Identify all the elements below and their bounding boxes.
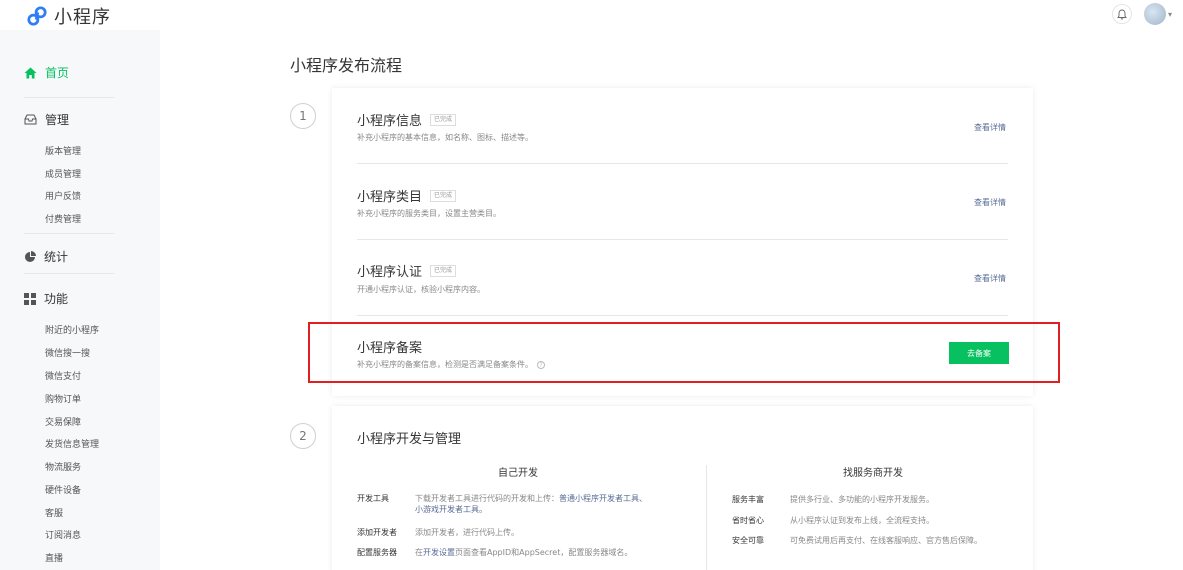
section-title: 小程序开发与管理 xyxy=(357,432,462,447)
sidebar-item-wechat-pay[interactable]: 微信支付 xyxy=(45,369,81,382)
row-desc: 补充小程序的基本信息，如名称、图标、描述等。 xyxy=(357,133,533,142)
sidebar-item-live[interactable]: 直播 xyxy=(45,551,63,564)
step-number: 1 xyxy=(290,103,316,129)
inbox-icon xyxy=(24,114,37,125)
kv-key: 开发工具 xyxy=(357,494,389,503)
help-icon[interactable]: ? xyxy=(537,360,545,369)
sidebar-item-members[interactable]: 成员管理 xyxy=(45,167,81,180)
app-logo[interactable]: 小程序 xyxy=(26,3,111,29)
sidebar-item-trade-guarantee[interactable]: 交易保障 xyxy=(45,415,81,428)
top-bar: 小程序 ▾ xyxy=(0,0,1183,30)
view-details-link[interactable]: 查看详情 xyxy=(974,122,1006,133)
kv-value: 下载开发者工具进行代码的开发和上传：普通小程序开发者工具、 小游戏开发者工具。 xyxy=(415,493,695,515)
app-title: 小程序 xyxy=(54,7,111,28)
sidebar-divider xyxy=(24,233,114,234)
dev-settings-link[interactable]: 开发设置 xyxy=(423,548,455,557)
self-dev-heading: 自己开发 xyxy=(498,468,538,479)
mini-program-logo-icon xyxy=(27,6,47,26)
kv-key: 添加开发者 xyxy=(357,528,397,537)
row-divider xyxy=(357,163,1008,164)
view-details-link[interactable]: 查看详情 xyxy=(974,197,1006,208)
row-desc: 开通小程序认证，核验小程序内容。 xyxy=(357,285,485,294)
kv-value-text: 在 xyxy=(415,548,423,557)
row-title-text: 小程序信息 xyxy=(357,114,423,129)
chevron-down-icon[interactable]: ▾ xyxy=(1168,10,1172,19)
pie-chart-icon xyxy=(25,250,36,262)
user-avatar[interactable] xyxy=(1144,3,1166,25)
kv-key: 安全可靠 xyxy=(732,536,764,545)
step-number: 2 xyxy=(290,423,316,449)
row-title-text: 小程序类目 xyxy=(357,190,423,205)
sidebar-item-payment-management[interactable]: 付费管理 xyxy=(45,212,81,225)
sidebar: 首页 管理 版本管理 成员管理 用户反馈 付费管理 统计 功能 附近的小程序 微… xyxy=(0,30,160,570)
game-devtools-link[interactable]: 小游戏开发者工具。 xyxy=(415,505,487,514)
sidebar-item-shipping-info[interactable]: 发货信息管理 xyxy=(45,437,99,450)
sidebar-divider xyxy=(24,273,114,274)
sidebar-divider xyxy=(24,97,114,98)
kv-key: 配置服务器 xyxy=(357,548,397,557)
kv-value: 从小程序认证到发布上线，全流程支持。 xyxy=(790,516,934,525)
go-filing-button[interactable]: 去备案 xyxy=(949,342,1009,364)
row-title-category: 小程序类目 已完成 xyxy=(357,186,457,205)
kv-value: 在开发设置页面查看AppID和AppSecret，配置服务器域名。 xyxy=(415,547,632,558)
home-icon xyxy=(24,67,37,78)
provider-dev-heading: 找服务商开发 xyxy=(843,468,903,479)
sidebar-item-version[interactable]: 版本管理 xyxy=(45,144,81,157)
notification-bell-icon[interactable] xyxy=(1112,4,1132,24)
sidebar-group-label: 统计 xyxy=(44,250,69,264)
sidebar-item-orders[interactable]: 购物订单 xyxy=(45,392,81,405)
row-title-certification: 小程序认证 已完成 xyxy=(357,261,457,280)
sidebar-item-nearby[interactable]: 附近的小程序 xyxy=(45,323,99,336)
row-desc-text: 补充小程序的备案信息，检测是否满足备案条件。 xyxy=(357,360,533,369)
sidebar-group-stats[interactable]: 统计 xyxy=(24,248,68,265)
sidebar-item-logistics[interactable]: 物流服务 xyxy=(45,460,81,473)
page-title: 小程序发布流程 xyxy=(290,56,403,75)
row-title-info: 小程序信息 已完成 xyxy=(357,110,457,129)
row-divider xyxy=(357,239,1008,240)
row-desc: 补充小程序的服务类目，设置主营类目。 xyxy=(357,209,501,218)
sidebar-item-hardware[interactable]: 硬件设备 xyxy=(45,483,81,496)
sidebar-item-feedback[interactable]: 用户反馈 xyxy=(45,189,81,202)
sidebar-group-label: 功能 xyxy=(44,292,69,306)
row-title-filing: 小程序备案 xyxy=(357,337,422,356)
sidebar-item-customer-service[interactable]: 客服 xyxy=(45,506,63,519)
kv-value-text: 下载开发者工具进行代码的开发和上传： xyxy=(415,494,559,503)
grid-icon xyxy=(24,292,36,305)
kv-value: 添加开发者，进行代码上传。 xyxy=(415,528,519,537)
sidebar-item-home[interactable]: 首页 xyxy=(24,64,69,81)
status-badge: 已完成 xyxy=(430,264,457,277)
sidebar-group-manage[interactable]: 管理 xyxy=(24,111,69,128)
kv-value: 可免费试用后再支付、在线客服响应、官方售后保障。 xyxy=(790,536,982,545)
view-details-link[interactable]: 查看详情 xyxy=(974,273,1006,284)
kv-key: 服务丰富 xyxy=(732,495,764,504)
sidebar-group-features[interactable]: 功能 xyxy=(24,290,68,307)
row-title-text: 小程序备案 xyxy=(357,341,423,356)
devtools-link[interactable]: 普通小程序开发者工具、 xyxy=(559,494,647,503)
status-badge: 已完成 xyxy=(430,189,457,202)
status-badge: 已完成 xyxy=(430,113,457,126)
sidebar-group-label: 管理 xyxy=(45,113,70,127)
row-title-text: 小程序认证 xyxy=(357,265,423,280)
row-desc: 补充小程序的备案信息，检测是否满足备案条件。? xyxy=(357,359,545,370)
column-divider xyxy=(706,465,707,570)
kv-key: 省时省心 xyxy=(732,516,764,525)
kv-value-text: 页面查看AppID和AppSecret，配置服务器域名。 xyxy=(455,548,633,557)
row-divider xyxy=(357,315,1008,316)
sidebar-item-subscription[interactable]: 订阅消息 xyxy=(45,528,81,541)
sidebar-item-search[interactable]: 微信搜一搜 xyxy=(45,346,90,359)
sidebar-item-label: 首页 xyxy=(45,66,70,80)
kv-value: 提供多行业、多功能的小程序开发服务。 xyxy=(790,495,934,504)
